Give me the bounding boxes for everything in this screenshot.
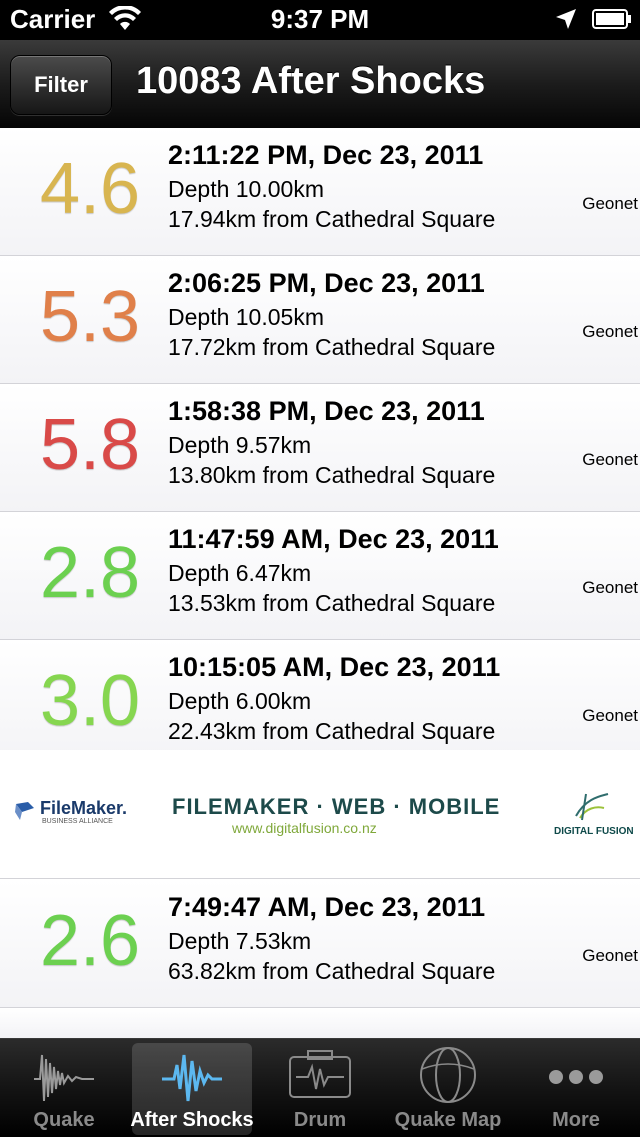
event-depth: Depth 10.00km	[168, 176, 324, 202]
list-item[interactable]: 5.8 1:58:38 PM, Dec 23, 2011 Depth 9.57k…	[0, 384, 640, 512]
data-source: Geonet	[582, 706, 638, 725]
filemaker-tagline: BUSINESS ALLIANCE	[42, 818, 113, 825]
waveform-icon	[162, 1054, 222, 1102]
seismogram-icon	[34, 1054, 94, 1102]
location-arrow-icon	[556, 9, 576, 29]
event-depth: Depth 7.53km	[168, 928, 312, 954]
seismograph-drum-icon	[289, 1050, 351, 1098]
event-depth: Depth 9.57km	[168, 432, 312, 458]
list-item[interactable]: 2.6 7:49:47 AM, Dec 23, 2011 Depth 7.53k…	[0, 880, 640, 1008]
tab-label: Drum	[293, 1109, 347, 1131]
tab-label: Quake Map	[394, 1109, 502, 1131]
event-time: 7:49:47 AM, Dec 23, 2011	[168, 892, 486, 922]
list-item[interactable]: 2.8 11:47:59 AM, Dec 23, 2011 Depth 6.47…	[0, 512, 640, 640]
event-distance: 22.43km from Cathedral Square	[168, 718, 496, 744]
navigation-bar: Filter 10083 After Shocks	[0, 40, 640, 129]
event-time: 2:11:22 PM, Dec 23, 2011	[168, 140, 484, 170]
globe-icon	[420, 1047, 476, 1103]
clock: 9:37 PM	[270, 4, 370, 34]
event-time: 1:58:38 PM, Dec 23, 2011	[168, 396, 485, 426]
event-time: 10:15:05 AM, Dec 23, 2011	[168, 652, 501, 682]
magnitude-value: 3.0	[39, 661, 141, 741]
magnitude-value: 5.8	[39, 405, 141, 485]
event-distance: 63.82km from Cathedral Square	[168, 958, 496, 984]
event-time: 11:47:59 AM, Dec 23, 2011	[168, 524, 499, 554]
magnitude-value: 5.3	[39, 277, 141, 357]
filemaker-wordmark: FileMaker.	[40, 798, 128, 818]
tab-quake[interactable]: Quake	[0, 1039, 128, 1137]
ad-headline: FILEMAKER · WEB · MOBILE	[172, 794, 501, 819]
tab-drum[interactable]: Drum	[256, 1039, 384, 1137]
more-dots-icon	[549, 1070, 603, 1084]
tab-more[interactable]: More	[512, 1039, 640, 1137]
data-source: Geonet	[582, 450, 638, 469]
event-time: 2:06:25 PM, Dec 23, 2011	[168, 268, 485, 298]
event-distance: 17.72km from Cathedral Square	[168, 334, 496, 360]
magnitude-value: 2.8	[39, 533, 141, 613]
data-source: Geonet	[582, 578, 638, 597]
list-item[interactable]: 5.3 2:06:25 PM, Dec 23, 2011 Depth 10.05…	[0, 256, 640, 384]
data-source: Geonet	[582, 194, 638, 213]
event-depth: Depth 6.47km	[168, 560, 312, 586]
filemaker-logo: FileMaker. BUSINESS ALLIANCE	[14, 798, 128, 834]
event-distance: 13.80km from Cathedral Square	[168, 462, 496, 488]
tab-quake-map[interactable]: Quake Map	[384, 1039, 512, 1137]
ad-banner[interactable]: FileMaker. BUSINESS ALLIANCE FILEMAKER ·…	[0, 750, 640, 879]
event-depth: Depth 6.00km	[168, 688, 312, 714]
digital-fusion-wordmark: DIGITAL FUSION	[554, 826, 634, 837]
magnitude-value: 4.6	[39, 149, 141, 229]
tab-bar: Quake After Shocks Drum Quake Map More	[0, 1038, 640, 1137]
tab-label: More	[552, 1109, 600, 1131]
data-source: Geonet	[582, 946, 638, 965]
page-title: 10083 After Shocks	[136, 60, 486, 102]
list-item[interactable]: 3.0 10:15:05 AM, Dec 23, 2011 Depth 6.00…	[0, 640, 640, 767]
event-distance: 17.94km from Cathedral Square	[168, 206, 496, 232]
tab-after-shocks[interactable]: After Shocks	[128, 1039, 256, 1137]
list-item[interactable]: 4.6 2:11:22 PM, Dec 23, 2011 Depth 10.00…	[0, 128, 640, 256]
battery-icon	[592, 9, 631, 29]
magnitude-value: 2.6	[39, 901, 141, 981]
event-distance: 13.53km from Cathedral Square	[168, 590, 496, 616]
filter-button[interactable]: Filter	[10, 55, 112, 115]
data-source: Geonet	[582, 322, 638, 341]
list-item[interactable]	[0, 1008, 640, 1039]
ad-url: www.digitalfusion.co.nz	[232, 820, 377, 836]
filemaker-mark-icon	[15, 802, 34, 820]
tab-label: After Shocks	[130, 1109, 254, 1131]
status-bar: Carrier 9:37 PM	[0, 0, 640, 40]
tab-label: Quake	[33, 1109, 95, 1131]
event-depth: Depth 10.05km	[168, 304, 324, 330]
